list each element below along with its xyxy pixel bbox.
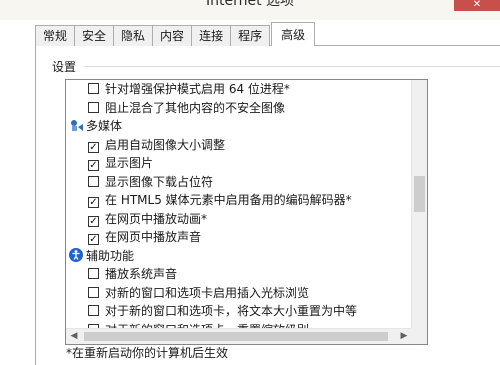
settings-option-label: 在 HTML5 媒体元素中启用备用的编码解码器* <box>105 193 352 207</box>
settings-category-label: 辅助功能 <box>86 248 135 263</box>
title-bar: Internet 选项 ✕ <box>0 0 500 20</box>
settings-option[interactable]: 阻止混合了其他内容的不安全图像 <box>88 99 285 117</box>
settings-group-label: 设置 <box>52 58 81 75</box>
tab-6[interactable]: 高级 <box>271 22 316 46</box>
accessibility-icon <box>68 247 84 263</box>
settings-option[interactable]: 针对增强保护模式启用 64 位进程* <box>88 80 290 98</box>
settings-option-label: 对于新的窗口和选项卡，将文本大小重置为中等 <box>105 304 358 318</box>
settings-option[interactable]: 对于新的窗口和选项卡，将文本大小重置为中等 <box>88 302 357 320</box>
settings-option[interactable]: 播放系统声音 <box>88 265 177 283</box>
settings-option[interactable]: ✓ 启用自动图像大小调整 <box>88 136 225 154</box>
checkbox-checked[interactable]: ✓ <box>88 197 99 208</box>
settings-option[interactable]: ✓ 在 HTML5 媒体元素中启用备用的编码解码器* <box>88 191 352 209</box>
checkbox-unchecked[interactable] <box>88 83 99 94</box>
tab-2[interactable]: 隐私 <box>113 25 154 46</box>
settings-option-label: 显示图片 <box>105 156 154 170</box>
scroll-left-icon[interactable]: ◀ <box>66 329 82 344</box>
restart-footnote: *在重新启动你的计算机后生效 <box>66 346 229 360</box>
window-title: Internet 选项 <box>205 0 295 9</box>
horizontal-scroll-thumb[interactable] <box>84 332 388 341</box>
checkbox-unchecked[interactable] <box>88 101 99 113</box>
checkbox-checked[interactable]: ✓ <box>88 234 99 245</box>
checkbox-unchecked[interactable] <box>88 175 99 187</box>
settings-option-label: 阻止混合了其他内容的不安全图像 <box>105 100 286 115</box>
settings-list-content: 针对增强保护模式启用 64 位进程* 阻止混合了其他内容的不安全图像多媒体 ✓ 启用自… <box>66 80 412 328</box>
settings-option[interactable]: ✓ 在网页中播放声音 <box>88 228 201 246</box>
tab-5[interactable]: 程序 <box>230 25 271 46</box>
checkbox-unchecked[interactable] <box>88 305 99 316</box>
checkbox-checked[interactable]: ✓ <box>88 215 99 227</box>
group-divider <box>84 66 500 67</box>
settings-option-label: 启用自动图像大小调整 <box>105 137 226 152</box>
checkbox-checked[interactable]: ✓ <box>88 141 99 153</box>
vertical-scroll-thumb[interactable] <box>414 176 425 212</box>
scrollbar-corner <box>411 328 427 344</box>
settings-option[interactable]: 对新的窗口和选项卡启用插入光标浏览 <box>88 284 309 302</box>
settings-category-label: 多媒体 <box>86 119 123 133</box>
tab-3[interactable]: 内容 <box>152 25 193 46</box>
tab-strip: 常规 安全 隐私 内容 连接 程序 高级 <box>35 22 316 46</box>
settings-option[interactable]: ✓ 在网页中播放动画* <box>88 210 207 228</box>
tab-0[interactable]: 常规 <box>35 25 76 46</box>
settings-option[interactable]: 对于新的窗口和选项卡，重置缩放级别 <box>88 321 309 328</box>
settings-option-label: 显示图像下载占位符 <box>105 174 214 189</box>
settings-option-label: 在网页中播放动画* <box>105 211 208 226</box>
close-button[interactable]: ✕ <box>454 0 500 11</box>
scroll-right-icon[interactable]: ▶ <box>396 329 412 344</box>
checkbox-checked[interactable]: ✓ <box>88 160 99 171</box>
tab-4[interactable]: 连接 <box>191 25 232 46</box>
close-icon: ✕ <box>472 0 482 10</box>
tab-1[interactable]: 安全 <box>74 25 115 46</box>
vertical-scrollbar[interactable] <box>411 80 427 328</box>
settings-option-label: 播放系统声音 <box>105 267 178 281</box>
settings-option-label: 在网页中播放声音 <box>105 230 202 244</box>
settings-option[interactable]: ✓ 显示图片 <box>88 154 153 172</box>
settings-list[interactable]: 针对增强保护模式启用 64 位进程* 阻止混合了其他内容的不安全图像多媒体 ✓ 启用自… <box>65 79 428 345</box>
settings-option[interactable]: 显示图像下载占位符 <box>88 173 213 191</box>
horizontal-scrollbar[interactable]: ◀ ▶ <box>66 328 412 344</box>
checkbox-unchecked[interactable] <box>88 286 99 298</box>
settings-option-label: 对新的窗口和选项卡启用插入光标浏览 <box>105 285 310 300</box>
settings-option-label: 针对增强保护模式启用 64 位进程* <box>105 82 290 96</box>
settings-category: 辅助功能 <box>68 247 134 265</box>
settings-category: 多媒体 <box>68 117 122 135</box>
multimedia-icon <box>68 117 84 133</box>
checkbox-unchecked[interactable] <box>88 268 99 279</box>
